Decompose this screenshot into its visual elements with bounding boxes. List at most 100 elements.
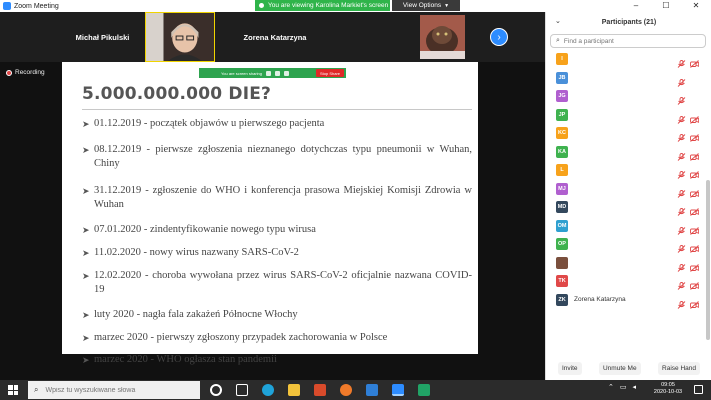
zoom-window: Zoom Meeting You are viewing Karolina Ma… bbox=[0, 0, 711, 400]
clock-time: 09:05 bbox=[661, 382, 675, 388]
video-tile-name: Michał Pikulski bbox=[75, 32, 130, 42]
bullet-text: 11.02.2020 - nowy wirus nazwany SARS-CoV… bbox=[94, 247, 299, 258]
bullet-arrow-icon: ➤ bbox=[82, 333, 90, 343]
avatar: JG bbox=[556, 90, 568, 102]
video-tile-zorena[interactable]: Zorena Katarzyna bbox=[230, 12, 320, 62]
video-tile-michal[interactable]: Michał Pikulski bbox=[60, 12, 145, 62]
minimize-button[interactable]: – bbox=[621, 0, 651, 12]
excel-icon[interactable] bbox=[418, 384, 430, 396]
participant-row[interactable]: JG bbox=[546, 87, 706, 105]
bullet-text: 08.12.2019 - pierwsze zgłoszenia nieznan… bbox=[94, 144, 472, 169]
close-button[interactable]: ✕ bbox=[681, 0, 711, 12]
participant-row[interactable]: L bbox=[546, 161, 706, 179]
participants-title: Participants (21) bbox=[601, 18, 657, 26]
muted-mic-icon bbox=[677, 222, 686, 235]
cortana-icon[interactable] bbox=[210, 384, 222, 396]
video-off-icon bbox=[690, 185, 699, 198]
task-view-icon[interactable] bbox=[236, 384, 248, 396]
zoom-taskbar-icon[interactable] bbox=[392, 384, 404, 396]
bullet-text: 12.02.2020 - choroba wywołana przez wiru… bbox=[94, 270, 472, 295]
slide-bullet: ➤ marzec 2020 - WHO ogłasza stan pandemi… bbox=[82, 353, 472, 367]
slide-bullet: ➤ 31.12.2019 - zgłoszenie do WHO i konfe… bbox=[82, 184, 472, 212]
bullet-arrow-icon: ➤ bbox=[82, 310, 90, 320]
notification-icon[interactable] bbox=[694, 385, 703, 394]
bullet-text: 07.01.2020 - zindentyfikowanie nowego ty… bbox=[94, 224, 316, 235]
participant-row[interactable]: ZK Zorena Katarzyna bbox=[546, 291, 706, 309]
invite-button[interactable]: Invite bbox=[558, 361, 582, 375]
chevron-right-icon: › bbox=[497, 31, 501, 43]
muted-mic-icon bbox=[677, 277, 686, 290]
muted-mic-icon bbox=[677, 203, 686, 216]
video-strip: Michał Pikulski Zorena Katarzyna › bbox=[0, 12, 545, 62]
raise-hand-button[interactable]: Raise Hand bbox=[658, 361, 700, 375]
participant-row[interactable]: MD bbox=[546, 198, 706, 216]
taskbar-search[interactable]: ⌕ bbox=[28, 381, 200, 399]
slide-bullet: ➤ luty 2020 - nagła fala zakażeń Północn… bbox=[82, 308, 472, 322]
muted-mic-icon bbox=[677, 296, 686, 309]
maximize-button[interactable]: ☐ bbox=[651, 0, 681, 12]
view-options-label: View Options bbox=[402, 2, 442, 9]
video-off-icon bbox=[690, 148, 699, 161]
slide-bullet: ➤ 11.02.2020 - nowy wirus nazwany SARS-C… bbox=[82, 246, 472, 260]
participant-row[interactable]: KA bbox=[546, 143, 706, 161]
video-icon[interactable] bbox=[275, 70, 280, 76]
participant-row[interactable]: KC bbox=[546, 124, 706, 142]
participant-video bbox=[146, 13, 214, 61]
chevron-up-icon[interactable]: ⌃ bbox=[608, 383, 614, 391]
participant-row[interactable] bbox=[546, 254, 706, 272]
bullet-arrow-icon: ➤ bbox=[82, 186, 90, 196]
system-tray: ⌃ ▭ ◂ bbox=[608, 383, 636, 391]
title-bar: Zoom Meeting You are viewing Karolina Ma… bbox=[0, 0, 711, 12]
viewing-dot-icon bbox=[259, 3, 264, 8]
video-tile-active-speaker[interactable] bbox=[145, 12, 215, 62]
participant-row[interactable]: OP bbox=[546, 235, 706, 253]
avatar bbox=[556, 256, 568, 269]
participant-row[interactable]: JB bbox=[546, 69, 706, 87]
bullet-arrow-icon: ➤ bbox=[82, 225, 90, 235]
firefox-icon[interactable] bbox=[340, 384, 352, 396]
bullet-arrow-icon: ➤ bbox=[82, 248, 90, 258]
mail-icon[interactable] bbox=[366, 384, 378, 396]
participant-row[interactable]: OM bbox=[546, 217, 706, 235]
edge-icon[interactable] bbox=[262, 384, 274, 396]
participant-list-scrollbar[interactable] bbox=[706, 180, 710, 340]
chevron-down-icon[interactable]: ⌄ bbox=[555, 17, 561, 25]
taskbar-search-input[interactable] bbox=[45, 386, 186, 394]
view-options-button[interactable]: View Options ▼ bbox=[392, 0, 460, 11]
taskbar-clock[interactable]: 09:05 2020-10-03 bbox=[648, 382, 688, 396]
muted-mic-icon bbox=[677, 74, 686, 87]
volume-icon[interactable]: ◂ bbox=[633, 383, 637, 391]
mute-icon[interactable] bbox=[266, 70, 271, 76]
stop-share-button[interactable]: Stop Share bbox=[315, 69, 344, 77]
chevron-down-icon: ▼ bbox=[444, 2, 450, 9]
office-icon[interactable] bbox=[314, 384, 326, 396]
file-explorer-icon[interactable] bbox=[288, 384, 300, 396]
participant-row[interactable]: JP bbox=[546, 106, 706, 124]
zoom-app-icon bbox=[3, 2, 11, 10]
participant-row[interactable]: MJ bbox=[546, 180, 706, 198]
share-bar-text: You are screen sharing bbox=[221, 70, 262, 76]
muted-mic-icon bbox=[677, 240, 686, 253]
video-off-icon bbox=[690, 111, 699, 124]
share-icon[interactable] bbox=[284, 70, 289, 76]
muted-mic-icon bbox=[677, 92, 686, 105]
clock-date: 2020-10-03 bbox=[653, 389, 683, 395]
video-off-icon bbox=[690, 55, 699, 68]
participant-search[interactable]: ⌕ bbox=[550, 34, 706, 48]
recording-indicator[interactable]: Recording bbox=[6, 69, 45, 76]
windows-start-icon[interactable] bbox=[8, 385, 18, 395]
network-icon[interactable]: ▭ bbox=[620, 383, 627, 391]
avatar: OM bbox=[556, 219, 568, 232]
participant-row[interactable]: TK bbox=[546, 272, 706, 290]
participant-row[interactable]: I bbox=[546, 50, 706, 68]
video-off-icon bbox=[690, 259, 699, 272]
avatar: ZK bbox=[556, 293, 568, 306]
participant-search-input[interactable] bbox=[563, 37, 694, 45]
muted-mic-icon bbox=[677, 166, 686, 179]
avatar: I bbox=[556, 53, 568, 65]
unmute-me-button[interactable]: Unmute Me bbox=[598, 361, 641, 375]
next-video-page-button[interactable]: › bbox=[490, 28, 508, 46]
avatar: MD bbox=[556, 201, 568, 213]
video-tile-avatar[interactable] bbox=[420, 15, 465, 59]
muted-mic-icon bbox=[677, 129, 686, 142]
